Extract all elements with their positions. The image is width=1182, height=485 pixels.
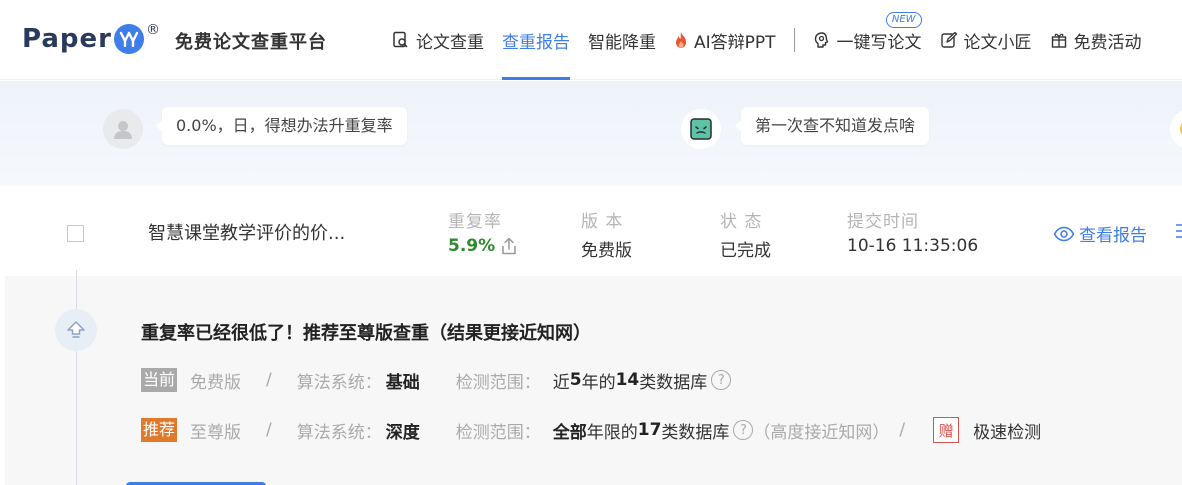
nav-divider bbox=[793, 28, 795, 52]
nav-item-paper-craftsman[interactable]: 论文小匠 bbox=[940, 0, 1032, 80]
platform-name: 免费论文查重平台 bbox=[175, 32, 327, 53]
logo-badge-icon bbox=[113, 24, 144, 54]
nav-item-report[interactable]: 查重报告 bbox=[502, 0, 570, 80]
search-doc-icon bbox=[392, 31, 410, 49]
version-value: 免费版 bbox=[581, 241, 632, 261]
separator: / bbox=[266, 370, 272, 390]
separator: / bbox=[266, 420, 272, 440]
nav-label: 一键写论文 bbox=[836, 32, 922, 53]
help-icon[interactable]: ? bbox=[711, 370, 732, 390]
help-icon[interactable]: ? bbox=[733, 420, 754, 440]
nav-label: 论文小匠 bbox=[963, 32, 1032, 53]
brain-icon bbox=[813, 31, 831, 49]
submit-time-value: 10-16 11:35:06 bbox=[847, 236, 979, 256]
current-tag: 当前 bbox=[141, 368, 178, 392]
nav-label: AI答辩PPT bbox=[694, 32, 776, 53]
emoji-avatar-icon bbox=[1170, 109, 1182, 149]
comments-strip: 0.0%，日，得想办法升重复率 第一次查不知道发点啥 bbox=[0, 81, 1182, 186]
report-row: 智慧课堂教学评价的价... 重复率 5.9% 版 本 免费版 状 态 已完成 提… bbox=[5, 186, 1182, 276]
comment-bubble: 0.0%，日，得想办法升重复率 bbox=[156, 107, 407, 145]
new-badge: NEW bbox=[885, 12, 922, 28]
range-count: 17 bbox=[637, 420, 662, 440]
range-mid: 年限的 bbox=[586, 422, 638, 443]
default-user-icon bbox=[103, 109, 143, 149]
suggest-plan-line: 推荐 至尊版 / 算法系统： 深度 检测范围： 全部 年限的 17 类数据库 ?… bbox=[141, 417, 1041, 443]
algo-label: 算法系统： bbox=[296, 372, 382, 393]
nav-label: 查重报告 bbox=[502, 32, 570, 53]
eye-icon bbox=[1053, 226, 1075, 242]
range-post: 类数据库 bbox=[661, 422, 730, 443]
nav-label: 免费活动 bbox=[1073, 32, 1142, 53]
suggest-tag: 推荐 bbox=[141, 418, 178, 442]
range-mid: 年的 bbox=[581, 372, 616, 393]
range-count: 14 bbox=[615, 370, 640, 390]
gift-icon bbox=[1050, 31, 1068, 49]
nav-item-free-activity[interactable]: 免费活动 bbox=[1050, 0, 1142, 80]
algo-value: 深度 bbox=[385, 422, 420, 443]
logo[interactable]: Paper ® bbox=[22, 22, 160, 56]
current-plan-line: 当前 免费版 / 算法系统： 基础 检测范围： 近 5 年的 14 类数据库 ? bbox=[141, 367, 732, 393]
rate-value: 5.9% bbox=[448, 236, 496, 256]
recommend-title: 重复率已经很低了！推荐至尊版查重（结果更接近知网） bbox=[141, 323, 591, 344]
edit-icon bbox=[940, 31, 958, 49]
registered-mark: ® bbox=[145, 22, 160, 38]
range-label: 检测范围： bbox=[455, 372, 541, 393]
rate-header: 重复率 bbox=[448, 212, 502, 232]
rate-cell: 5.9% bbox=[448, 236, 517, 256]
gift-text: 极速检测 bbox=[973, 422, 1042, 443]
upgrade-arrow-icon bbox=[55, 309, 97, 351]
nav-item-smart-reduce[interactable]: 智能降重 bbox=[588, 0, 656, 80]
suggest-version: 至尊版 bbox=[190, 422, 242, 443]
nav-label: 智能降重 bbox=[588, 32, 656, 53]
range-prefix: 近 bbox=[552, 372, 570, 393]
share-icon[interactable] bbox=[501, 237, 517, 255]
separator: / bbox=[899, 420, 906, 440]
comment-bubble: 第一次查不知道发点啥 bbox=[734, 107, 930, 145]
more-menu-icon[interactable] bbox=[1175, 222, 1182, 245]
top-navigation-bar: Paper ® 免费论文查重平台 论文查重 查重报告 智能降重 AI答辩PPT bbox=[0, 0, 1182, 80]
fire-icon bbox=[674, 31, 688, 49]
report-title[interactable]: 智慧课堂教学评价的价... bbox=[148, 219, 345, 245]
range-note: （高度接近知网） bbox=[753, 422, 890, 443]
gift-tag: 赠 bbox=[933, 417, 960, 443]
range-post: 类数据库 bbox=[639, 372, 708, 393]
time-header: 提交时间 bbox=[847, 212, 919, 232]
view-report-label: 查看报告 bbox=[1079, 226, 1147, 246]
timeline-line bbox=[76, 270, 77, 485]
range-label: 检测范围： bbox=[455, 422, 541, 443]
view-report-button[interactable]: 查看报告 bbox=[1053, 221, 1147, 246]
nav-label: 论文查重 bbox=[416, 32, 484, 53]
algo-label: 算法系统： bbox=[296, 422, 382, 443]
logo-text: Paper bbox=[22, 24, 112, 54]
version-header: 版 本 bbox=[581, 212, 624, 232]
nav-item-paper-check[interactable]: 论文查重 bbox=[392, 0, 484, 80]
current-version: 免费版 bbox=[190, 372, 242, 393]
row-checkbox[interactable] bbox=[67, 225, 84, 242]
range-years: 5 bbox=[569, 370, 582, 390]
algo-value: 基础 bbox=[385, 372, 420, 393]
main-nav: 论文查重 查重报告 智能降重 AI答辩PPT 一键写论文 NEW 论文小匠 免费… bbox=[392, 0, 1160, 80]
nav-item-write-paper[interactable]: 一键写论文 NEW bbox=[813, 0, 922, 80]
nav-item-ai-ppt[interactable]: AI答辩PPT bbox=[674, 0, 776, 80]
emoji-avatar-icon bbox=[681, 109, 721, 149]
status-value: 已完成 bbox=[720, 241, 771, 261]
range-all: 全部 bbox=[552, 422, 587, 443]
status-header: 状 态 bbox=[720, 212, 763, 232]
